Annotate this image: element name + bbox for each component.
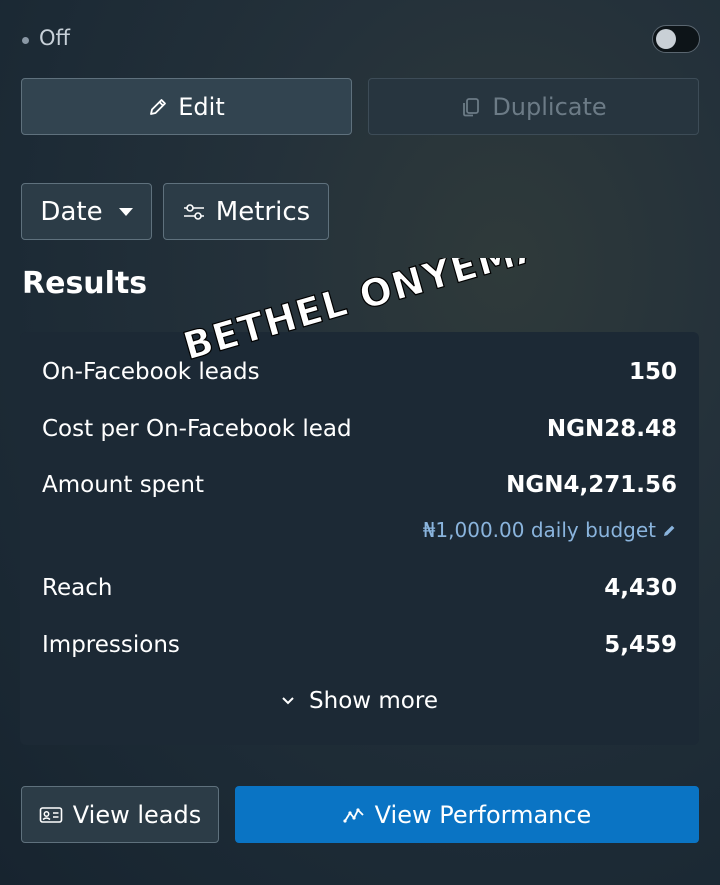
chevron-down-icon <box>282 697 294 705</box>
row-value: NGN4,271.56 <box>506 472 677 498</box>
row-label: On-Facebook leads <box>42 359 260 385</box>
sliders-icon <box>183 203 204 220</box>
status-toggle[interactable] <box>652 25 700 53</box>
status-row: Off <box>20 22 700 58</box>
row-label: Cost per On-Facebook lead <box>42 416 352 442</box>
row-value: 4,430 <box>604 575 677 601</box>
budget-text: ₦1,000.00 daily budget <box>422 518 656 542</box>
row-label: Reach <box>42 575 113 601</box>
row-value: NGN28.48 <box>546 416 677 442</box>
status-label: Off <box>39 26 70 50</box>
view-leads-button[interactable]: View leads <box>21 786 219 843</box>
results-row-cost-per-lead: Cost per On-Facebook lead NGN28.48 <box>42 416 677 450</box>
results-row-impressions: Impressions 5,459 <box>42 632 677 666</box>
duplicate-button[interactable]: Duplicate <box>368 78 699 135</box>
show-more-button[interactable]: Show more <box>20 688 699 714</box>
metrics-label: Metrics <box>215 196 311 227</box>
date-dropdown[interactable]: Date <box>21 183 152 240</box>
results-card: On-Facebook leads 150 Cost per On-Facebo… <box>20 332 699 745</box>
row-value: 5,459 <box>604 632 677 658</box>
duplicate-label: Duplicate <box>492 92 607 121</box>
show-more-label: Show more <box>309 688 438 714</box>
date-label: Date <box>40 196 103 227</box>
pencil-small-icon <box>664 525 675 536</box>
row-value: 150 <box>628 359 677 385</box>
metrics-button[interactable]: Metrics <box>163 183 329 240</box>
view-performance-button[interactable]: View Performance <box>235 786 699 843</box>
daily-budget-link[interactable]: ₦1,000.00 daily budget <box>423 518 677 542</box>
row-label: Impressions <box>42 632 180 658</box>
pencil-icon <box>150 98 167 115</box>
status-dot <box>22 37 29 44</box>
duplicate-icon <box>463 97 480 116</box>
results-title: Results <box>22 266 148 301</box>
toggle-knob <box>656 29 676 49</box>
edit-button[interactable]: Edit <box>21 78 352 135</box>
view-performance-label: View Performance <box>374 800 592 829</box>
results-row-amount-spent: Amount spent NGN4,271.56 <box>42 472 677 506</box>
caret-down-icon <box>118 207 133 216</box>
edit-label: Edit <box>178 92 225 121</box>
results-row-reach: Reach 4,430 <box>42 575 677 609</box>
row-label: Amount spent <box>42 472 205 498</box>
view-leads-label: View leads <box>72 800 202 829</box>
results-row-leads: On-Facebook leads 150 <box>42 359 677 393</box>
id-card-icon <box>39 806 63 823</box>
trend-line-icon <box>343 807 364 823</box>
